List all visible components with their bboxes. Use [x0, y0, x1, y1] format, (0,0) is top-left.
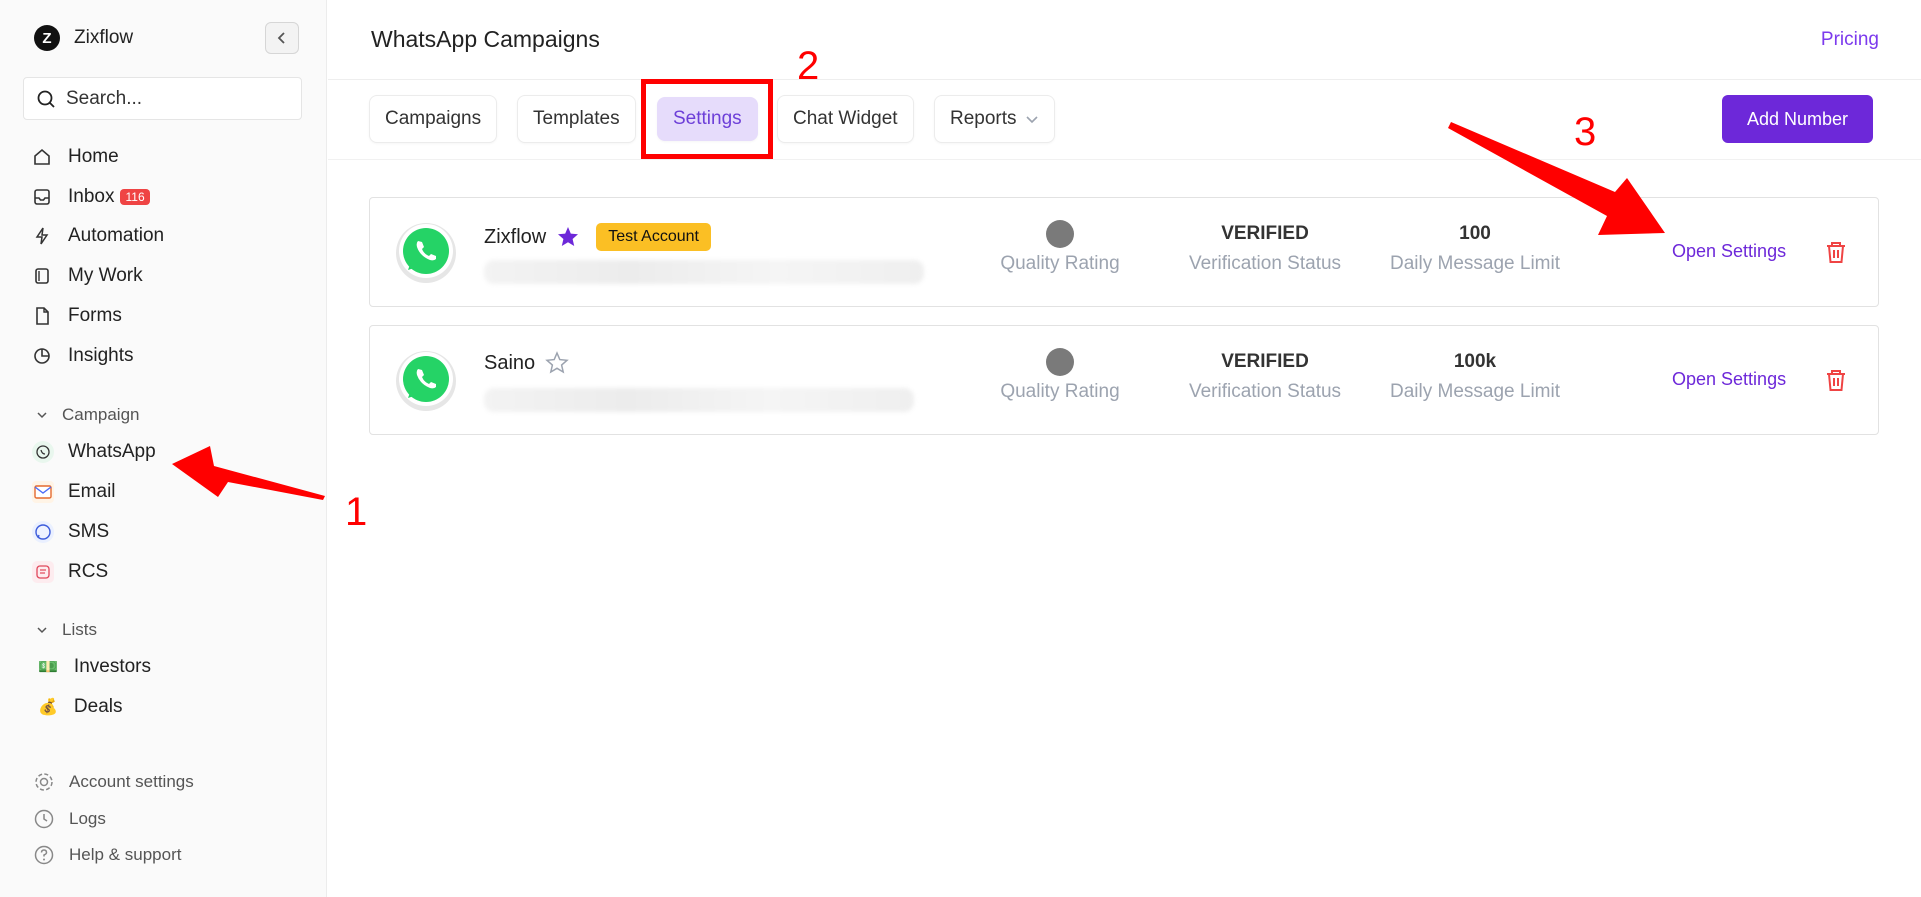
annotation-arrow-3 — [1448, 122, 1665, 235]
annotation-arrow-1 — [172, 446, 325, 500]
annotation-arrows — [172, 122, 1665, 500]
